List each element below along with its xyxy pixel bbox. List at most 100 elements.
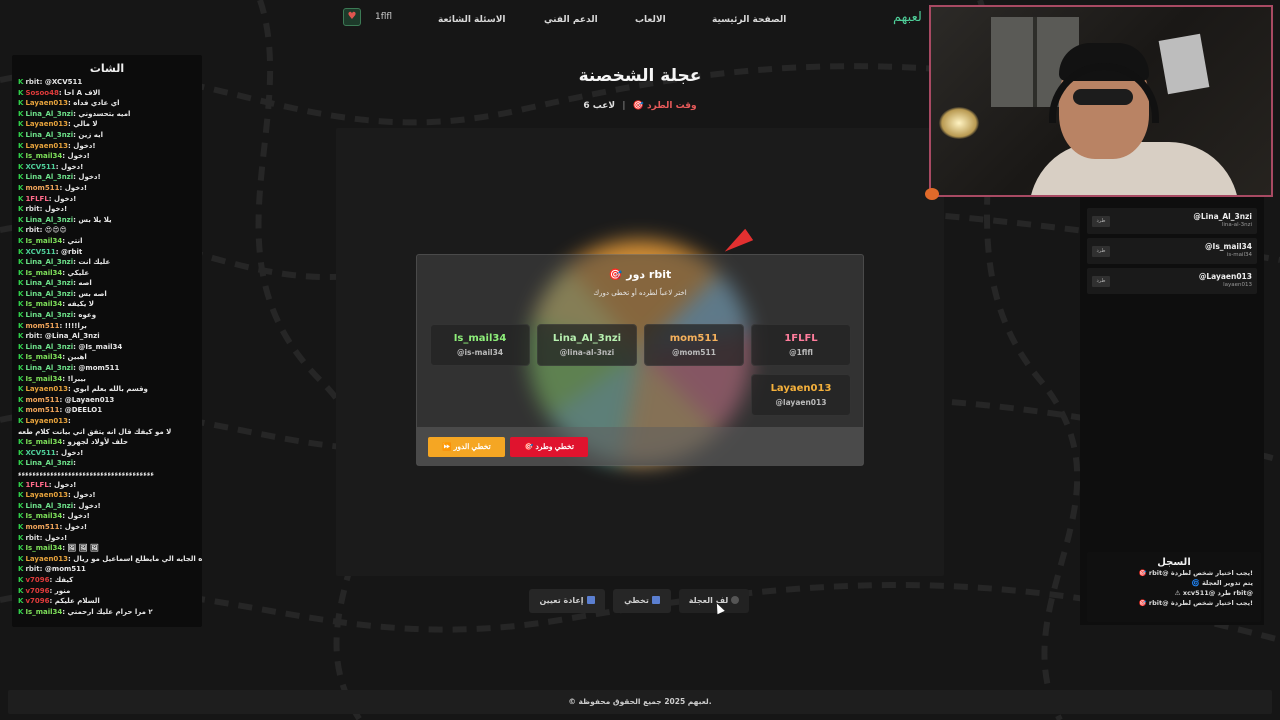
wall-frame-image [1158, 33, 1210, 95]
chat-username[interactable]: Sosoo48 [25, 89, 58, 97]
log-title: السجل [1157, 557, 1191, 568]
kick-badge-icon: K [18, 459, 24, 468]
chat-username[interactable]: mom511 [25, 322, 59, 330]
user-name[interactable]: 1flfl [375, 12, 392, 22]
nav-link-home[interactable]: الصفحة الرئيسية [712, 15, 786, 25]
chat-username[interactable]: 1FLFL [25, 195, 48, 203]
player-handle: @is-mail34 [456, 348, 504, 357]
player-card-mom511[interactable]: mom511 @mom511 [644, 324, 744, 366]
chat-username[interactable]: XCV511 [25, 449, 55, 457]
chat-username[interactable]: XCV511 [25, 248, 55, 256]
chat-username[interactable]: v7096 [25, 597, 49, 605]
chat-username[interactable]: Layaen013 [25, 142, 68, 150]
sunglasses-icon [1073, 89, 1133, 105]
skip-turn-button[interactable]: ⏩ تخطي الدور [428, 437, 505, 457]
chat-username[interactable]: Layaen013 [25, 555, 68, 563]
chat-username[interactable]: Is_mail34 [25, 269, 62, 277]
avatar[interactable]: ♥ [343, 8, 361, 26]
chat-username[interactable]: rbit [25, 332, 39, 340]
kick-badge-icon: K [18, 109, 24, 118]
chat-message: K XCV511: دخول! [12, 448, 202, 459]
chat-username[interactable]: XCV511 [25, 163, 55, 171]
chat-username[interactable]: mom511 [25, 406, 59, 414]
chat-message: K Lina_Al_3nzi: يلا يلا بس [12, 215, 202, 226]
chat-username[interactable]: Lina_Al_3nzi [25, 110, 73, 118]
chat-text: @Layaen013 [64, 395, 115, 404]
chat-username[interactable]: v7096 [25, 576, 49, 584]
kick-badge-icon: K [18, 480, 24, 489]
chat-username[interactable]: Layaen013 [25, 385, 68, 393]
chat-username[interactable]: Is_mail34 [25, 375, 62, 383]
chat-message: Kmom511: دخول! [12, 522, 202, 533]
chat-username[interactable]: mom511 [25, 184, 59, 192]
chat-username[interactable]: Layaen013 [25, 417, 68, 425]
chat-username[interactable]: Lina_Al_3nzi [25, 364, 73, 372]
kick-button[interactable]: طرد [1092, 216, 1110, 227]
kick-badge-icon: K [18, 554, 24, 563]
chat-username[interactable]: rbit [25, 534, 39, 542]
skip-and-kick-button[interactable]: 🎯 تخطي وطرد [510, 437, 588, 457]
nav-link-support[interactable]: الدعم الفني [544, 15, 598, 25]
player-card-1flfl[interactable]: 1FLFL @1flfl [751, 324, 851, 366]
chat-username[interactable]: rbit [25, 565, 39, 573]
chat-username[interactable]: Is_mail34 [25, 608, 62, 616]
chat-username[interactable]: Lina_Al_3nzi [25, 131, 73, 139]
skip-button[interactable]: تخطي [613, 589, 671, 613]
chat-username[interactable]: Lina_Al_3nzi [25, 279, 73, 287]
nav-link-faq[interactable]: الاسئلة الشائعة [438, 15, 506, 25]
orange-dot-icon [925, 188, 939, 200]
kick-badge-icon: K [18, 448, 24, 457]
chat-username[interactable]: Lina_Al_3nzi [25, 173, 73, 181]
reset-button[interactable]: إعادة تعيين [529, 589, 605, 613]
kick-badge-icon: K [18, 173, 24, 182]
chat-username[interactable]: rbit [25, 226, 39, 234]
chat-text: دخول! [54, 480, 77, 489]
chat-username[interactable]: Layaen013 [25, 120, 68, 128]
chat-username[interactable]: Lina_Al_3nzi [25, 216, 73, 224]
spin-button[interactable]: لف العجلة [679, 589, 749, 613]
chat-username[interactable]: mom511 [25, 396, 59, 404]
chat-username[interactable]: Is_mail34 [25, 300, 62, 308]
chat-username[interactable]: Layaen013 [25, 99, 68, 107]
kick-badge-icon: K [18, 522, 24, 531]
chat-username[interactable]: Is_mail34 [25, 512, 62, 520]
chat-username[interactable]: Lina_Al_3nzi [25, 343, 73, 351]
player-card-is-mail34[interactable]: Is_mail34 @is-mail34 [430, 324, 530, 366]
chat-username[interactable]: Layaen013 [25, 491, 68, 499]
chat-text: ءءءءءءءءءءءءءءءءءءءءءءءءءءءءءءءءءءءءءء [18, 469, 154, 478]
chat-text: يلا يلا بس [78, 215, 112, 224]
nav-link-games[interactable]: الالعاب [635, 15, 666, 25]
chat-username[interactable]: Is_mail34 [25, 438, 62, 446]
chat-username[interactable]: Is_mail34 [25, 353, 62, 361]
chat-username[interactable]: rbit [25, 205, 39, 213]
chat-username[interactable]: Is_mail34 [25, 544, 62, 552]
chat-username[interactable]: 1FLFL [25, 481, 48, 489]
player-card-layaen013[interactable]: Layaen013 @layaen013 [751, 374, 851, 416]
chat-message: K 1FLFL: دخول! [12, 480, 202, 491]
chat-message: K Is_mail34: ٢ مرا حرام عليك ارحمني [12, 607, 202, 618]
chat-username[interactable]: Lina_Al_3nzi [25, 311, 73, 319]
chat-text: لا مالي [73, 120, 98, 129]
brand-logo[interactable]: لعبهم [893, 10, 922, 25]
chat-text: 🖼 🖼 🖼 [67, 544, 100, 553]
chat-username[interactable]: Lina_Al_3nzi [25, 502, 73, 510]
chat-username[interactable]: mom511 [25, 523, 59, 531]
chat-username[interactable]: Is_mail34 [25, 237, 62, 245]
colon: : [73, 459, 76, 468]
chat-username[interactable]: Is_mail34 [25, 152, 62, 160]
kick-button[interactable]: طرد [1092, 276, 1110, 287]
chat-message: K Layaen013: اي عادي فداه [12, 98, 202, 109]
chat-username[interactable]: Lina_Al_3nzi [25, 290, 73, 298]
chat-text: اميه بتحسدوني [78, 109, 131, 118]
chat-username[interactable]: Lina_Al_3nzi [25, 459, 73, 467]
kick-button[interactable]: طرد [1092, 246, 1110, 257]
chat-text: عليكي [67, 268, 90, 277]
chat-text: دخول! [44, 205, 68, 214]
chat-message: K Is_mail34: عليكي [12, 268, 202, 279]
chat-username[interactable]: Lina_Al_3nzi [25, 258, 73, 266]
chat-username[interactable]: v7096 [25, 587, 49, 595]
kick-badge-icon: K [18, 78, 24, 86]
chat-username[interactable]: rbit [25, 78, 39, 86]
player-card-lina-al-3nzi[interactable]: Lina_Al_3nzi @lina-al-3nzi [537, 324, 637, 366]
chat-text: !بيبرا [67, 374, 86, 383]
